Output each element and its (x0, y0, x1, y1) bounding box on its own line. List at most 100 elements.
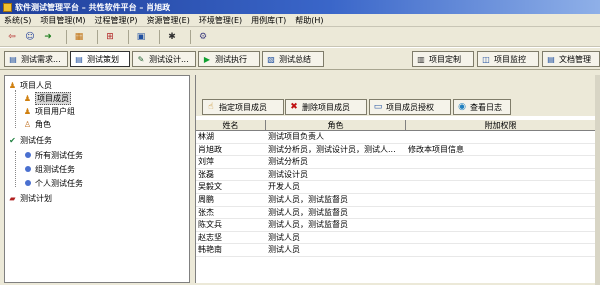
tree-node-all-tasks[interactable]: 所有测试任务 (23, 149, 83, 161)
tab-label: 文档管理 (559, 54, 591, 64)
column-header-name[interactable]: 姓名 (196, 120, 266, 130)
main-toolbar: ⇦ ☺ ➜ ▦ ⊞ ▣ ✱ ⚙ (0, 27, 600, 47)
tab-label: 测试需求... (21, 54, 61, 64)
tab-test-execution[interactable]: ▶ 测试执行 (198, 51, 260, 67)
tab-label: 项目监控 (494, 54, 526, 64)
bullet-icon (23, 151, 32, 160)
tree-label: 角色 (35, 119, 51, 129)
cell-role: 测试项目负责人 (268, 132, 324, 141)
cell-name: 周鹏 (198, 194, 214, 204)
tree-label: 项目人员 (20, 80, 52, 90)
tab-label: 测试执行 (215, 54, 247, 64)
menu-resource-management[interactable]: 资源管理(E) (147, 15, 190, 26)
table-row[interactable]: 赵志坚 测试人员 (196, 232, 596, 245)
summary-icon: ▧ (267, 54, 275, 64)
view-log-button[interactable]: ◉ 查看日志 (453, 99, 511, 115)
table-row[interactable]: 林湖 测试项目负责人 (196, 131, 596, 144)
tree-node-project-people[interactable]: ♟ 项目人员 (8, 79, 52, 91)
menu-project-management[interactable]: 项目管理(M) (40, 15, 85, 26)
tree-node-test-plan[interactable]: ▰ 测试计划 (8, 192, 52, 204)
tab-label: 测试总结 (279, 54, 311, 64)
cell-role: 测试设计员 (268, 169, 308, 179)
authorize-member-button[interactable]: ▭ 项目成员授权 (369, 99, 451, 115)
tab-project-customize[interactable]: ▥ 项目定制 (412, 51, 474, 67)
tree-node-project-user-groups[interactable]: ♟ 项目用户组 (23, 105, 75, 117)
custom-icon: ▥ (417, 54, 425, 64)
toolbar-separator (190, 29, 191, 44)
tab-test-requirements[interactable]: ▤ 测试需求... (4, 51, 68, 67)
tree-node-test-tasks[interactable]: ✔ 测试任务 (8, 134, 52, 146)
assign-member-button[interactable]: ☝ 指定项目成员 (202, 99, 284, 115)
vertical-scrollbar[interactable] (595, 75, 600, 285)
table-row[interactable]: 吴毅文 开发人员 (196, 181, 596, 194)
cell-name: 吴毅文 (198, 182, 222, 192)
table-row[interactable]: 陈文兵 测试人员，测试监督员 (196, 219, 596, 232)
menu-system[interactable]: 系统(S) (4, 15, 31, 26)
tab-document-management[interactable]: ▤ 文档管理 (542, 51, 600, 67)
report-icon[interactable]: ▣ (135, 31, 147, 43)
table-row[interactable]: 韩艳南 测试人员 (196, 244, 596, 257)
bug-icon[interactable]: ✱ (166, 31, 178, 43)
cell-name: 林湖 (198, 132, 214, 141)
tree-label: 测试任务 (20, 135, 52, 145)
tree-connector (15, 90, 16, 128)
plan-icon: ▤ (75, 54, 83, 64)
tree-label: 项目用户组 (35, 106, 75, 116)
table-row[interactable]: 周鹏 测试人员，测试监督员 (196, 194, 596, 207)
toolbar-separator (66, 29, 67, 44)
exit-icon[interactable]: ⇦ (6, 31, 18, 43)
tab-project-monitor[interactable]: ◫ 项目监控 (477, 51, 539, 67)
group-icon: ♟ (23, 106, 32, 116)
menu-process-management[interactable]: 过程管理(P) (94, 15, 137, 26)
button-label: 查看日志 (470, 102, 502, 112)
cell-role: 测试分析员，测试设计员，测试人... (268, 144, 396, 154)
toolbar-separator (128, 29, 129, 44)
plan-book-icon: ▰ (9, 193, 16, 203)
tree-node-roles[interactable]: ♙ 角色 (23, 118, 51, 130)
menu-help[interactable]: 帮助(H) (295, 15, 323, 26)
table-row[interactable]: 刘萍 测试分析员 (196, 156, 596, 169)
tab-test-planning[interactable]: ▤ 测试策划 (70, 51, 130, 67)
cell-name: 张杰 (198, 207, 214, 217)
cell-extra (406, 219, 596, 231)
button-label: 项目成员授权 (386, 102, 434, 112)
table-row[interactable]: 肖旭政 测试分析员，测试设计员，测试人... 修改本项目信息 (196, 144, 596, 157)
members-panel: ☝ 指定项目成员 ✖ 删除项目成员 ▭ 项目成员授权 ◉ 查看日志 姓名 角色 … (195, 75, 600, 283)
cell-extra (406, 207, 596, 219)
button-label: 删除项目成员 (302, 102, 350, 112)
tree-icon[interactable]: ⊞ (104, 31, 116, 43)
module-toolbar: ▤ 测试需求... ▤ 测试策划 ✎ 测试设计... ▶ 测试执行 ▧ 测试总结… (0, 48, 600, 70)
cell-name: 赵志坚 (198, 232, 222, 242)
column-header-extra[interactable]: 附加权限 (406, 120, 596, 130)
tree-node-project-members[interactable]: ♟ 项目成员 (23, 91, 71, 105)
tree-connector (15, 151, 16, 187)
settings-icon[interactable]: ⚙ (197, 31, 209, 43)
tab-test-summary[interactable]: ▧ 测试总结 (262, 51, 324, 67)
menu-case-library[interactable]: 用例库(T) (251, 15, 286, 26)
tree-label: 测试计划 (20, 193, 52, 203)
cell-extra: 修改本项目信息 (408, 144, 464, 154)
cell-role: 测试分析员 (268, 157, 308, 167)
cell-extra (406, 244, 596, 256)
cell-extra (406, 156, 596, 168)
user-icon[interactable]: ☺ (24, 31, 36, 43)
cell-role: 测试人员，测试监督员 (268, 207, 348, 217)
cell-name: 刘萍 (198, 157, 214, 167)
tree-label: 项目成员 (35, 91, 71, 105)
delete-member-button[interactable]: ✖ 删除项目成员 (285, 99, 367, 115)
chart-icon[interactable]: ▦ (73, 31, 85, 43)
menu-environment-management[interactable]: 环境管理(E) (199, 15, 242, 26)
button-label: 指定项目成员 (219, 102, 267, 112)
table-row[interactable]: 张杰 测试人员，测试监督员 (196, 207, 596, 220)
log-icon: ◉ (458, 102, 466, 112)
tab-test-design[interactable]: ✎ 测试设计... (132, 51, 196, 67)
navigation-tree: ♟ 项目人员 ♟ 项目成员 ♟ 项目用户组 ♙ 角色 ✔ 测试任务 所有测试任务… (4, 75, 190, 283)
tree-node-group-tasks[interactable]: 组测试任务 (23, 163, 75, 175)
column-header-role[interactable]: 角色 (266, 120, 406, 130)
tree-node-personal-tasks[interactable]: 个人测试任务 (23, 177, 83, 189)
action-bar: ☝ 指定项目成员 ✖ 删除项目成员 ▭ 项目成员授权 ◉ 查看日志 (196, 75, 600, 116)
table-row[interactable]: 张磊 测试设计员 (196, 169, 596, 182)
import-icon[interactable]: ➜ (42, 31, 54, 43)
cell-name: 韩艳南 (198, 245, 222, 255)
window-title: 软件测试管理平台 – 共性软件平台 – 肖旭政 (15, 2, 171, 12)
